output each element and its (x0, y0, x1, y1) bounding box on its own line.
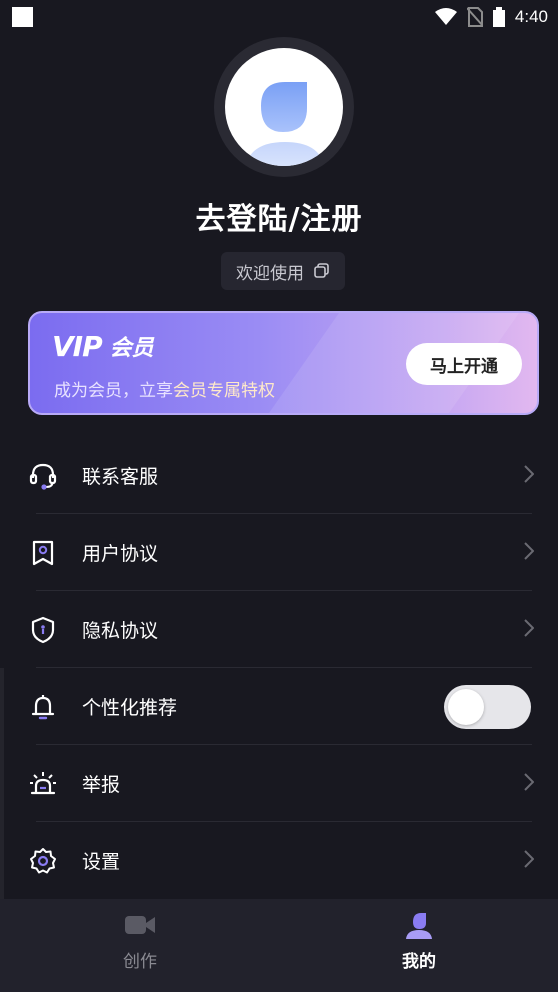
vip-open-button[interactable]: 马上开通 (406, 343, 522, 385)
avatar[interactable] (214, 37, 354, 177)
gear-icon (29, 847, 57, 875)
menu-item-personalized-recommendation: 个性化推荐 (0, 668, 558, 745)
status-time: 4:40 (514, 7, 548, 26)
menu-item-label: 联系客服 (82, 466, 159, 488)
wifi-icon (434, 8, 457, 25)
bottom-nav: 创作 我的 (0, 899, 558, 992)
menu-item-customer-service[interactable]: 联系客服 (0, 437, 558, 514)
menu-item-label: 个性化推荐 (82, 697, 178, 719)
status-icons: 4:40 (434, 7, 548, 27)
bell-icon (29, 693, 57, 721)
vip-logo: VIP 会员 (52, 329, 154, 363)
user-icon (404, 911, 434, 939)
vip-desc-prefix: 成为会员，立享 (54, 381, 173, 401)
chevron-right-icon (524, 464, 535, 487)
menu-item-label: 设置 (82, 851, 121, 873)
tab-mine[interactable]: 我的 (349, 899, 489, 992)
welcome-text: 欢迎使用 (236, 263, 304, 284)
battery-icon (492, 7, 505, 27)
menu-item-privacy-policy[interactable]: 隐私协议 (0, 591, 558, 668)
vip-desc-highlight: 会员专属特权 (173, 381, 275, 401)
video-camera-icon (124, 911, 156, 939)
chevron-right-icon (524, 849, 535, 872)
menu-item-label: 隐私协议 (82, 620, 159, 642)
vip-logo-member: 会员 (109, 336, 154, 361)
tab-create-label: 创作 (123, 952, 157, 972)
scroll-edge (0, 668, 4, 900)
headset-icon (29, 462, 57, 490)
shield-icon (29, 616, 57, 644)
vip-card[interactable]: VIP 会员 成为会员，立享会员专属特权 马上开通 (28, 311, 539, 415)
menu-item-label: 举报 (82, 774, 121, 796)
menu-item-user-agreement[interactable]: 用户协议 (0, 514, 558, 591)
toggle-knob (448, 688, 484, 725)
default-avatar-icon (225, 48, 343, 166)
login-register-link[interactable]: 去登陆/注册 (0, 194, 558, 238)
menu-item-report[interactable]: 举报 (0, 745, 558, 822)
no-sim-icon (466, 7, 483, 27)
alarm-icon (29, 770, 57, 798)
chevron-right-icon (524, 618, 535, 641)
chevron-right-icon (524, 772, 535, 795)
personalized-recommendation-toggle[interactable] (444, 684, 531, 729)
vip-description: 成为会员，立享会员专属特权 (54, 376, 275, 401)
tab-create[interactable]: 创作 (70, 899, 210, 992)
status-bar: 4:40 (0, 0, 558, 34)
menu-item-label: 用户协议 (82, 543, 159, 565)
chevron-right-icon (524, 541, 535, 564)
bookmark-doc-icon (29, 539, 57, 567)
tab-mine-label: 我的 (402, 952, 436, 972)
settings-menu: 联系客服 用户协议 隐私协议 个性化推荐 举报 设置 (0, 437, 558, 899)
notification-icon (12, 7, 33, 27)
copy-icon (314, 263, 329, 278)
welcome-chip[interactable]: 欢迎使用 (221, 252, 345, 290)
menu-item-settings[interactable]: 设置 (0, 822, 558, 899)
vip-logo-text: VIP (52, 329, 103, 363)
